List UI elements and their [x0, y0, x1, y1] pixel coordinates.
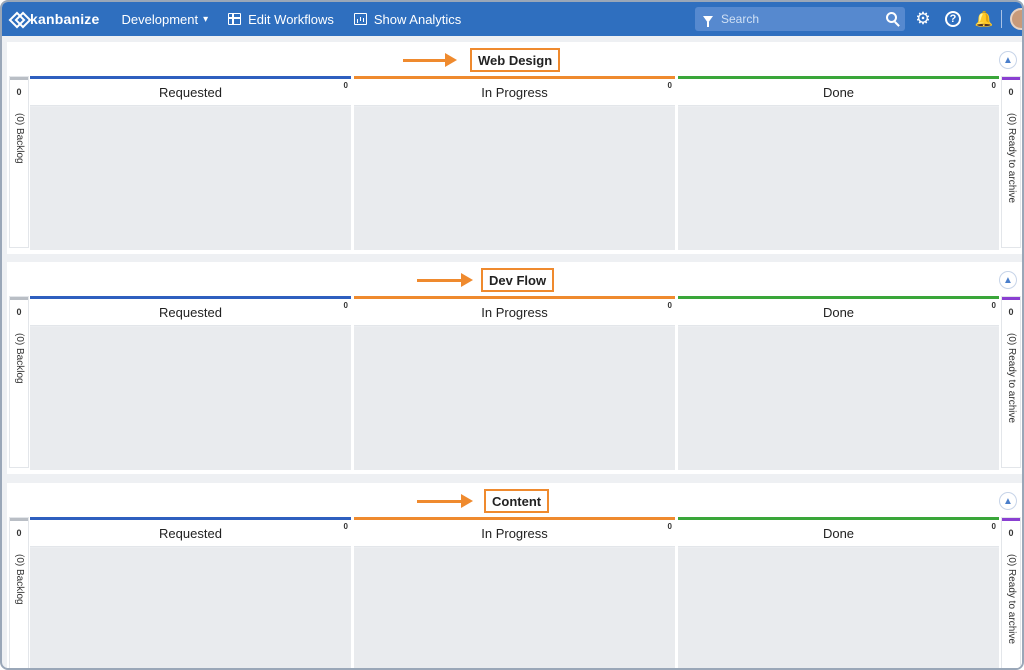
column-body[interactable]	[354, 107, 675, 250]
wip-count: 0	[343, 81, 348, 90]
backlog-count: 0	[16, 528, 22, 538]
column-body[interactable]	[30, 107, 351, 250]
column-header: Done	[678, 520, 999, 547]
workspace-dropdown[interactable]: Development ▾	[122, 12, 209, 27]
board-web-design: Web Design ▲ 0 (0) Backlog Requested 0 I…	[7, 42, 1022, 254]
backlog-color-bar	[10, 297, 28, 300]
search-box[interactable]	[695, 7, 905, 31]
archive-color-bar	[1002, 518, 1020, 521]
board-title[interactable]: Web Design	[470, 48, 561, 72]
backlog-column[interactable]: 0 (0) Backlog	[9, 517, 29, 668]
archive-color-bar	[1002, 297, 1020, 300]
board-header: Content ▲	[7, 483, 1022, 519]
column-header: In Progress	[354, 79, 675, 106]
backlog-label: (0) Backlog	[14, 113, 25, 164]
wip-count: 0	[667, 522, 672, 531]
column-requested[interactable]: Requested 0	[30, 76, 351, 250]
column-in-progress[interactable]: In Progress 0	[354, 517, 675, 668]
avatar[interactable]	[1010, 8, 1022, 30]
board-title[interactable]: Content	[484, 489, 550, 513]
backlog-column[interactable]: 0 (0) Backlog	[9, 76, 29, 248]
column-header: Requested	[30, 79, 351, 106]
wip-count: 0	[343, 522, 348, 531]
board-header: Web Design ▲	[7, 42, 1022, 78]
column-header: Done	[678, 79, 999, 106]
column-body[interactable]	[354, 548, 675, 668]
backlog-color-bar	[10, 77, 28, 80]
backlog-label: (0) Backlog	[14, 333, 25, 384]
kanbanize-logo[interactable]: kanbanize	[12, 11, 100, 27]
archive-column[interactable]: 0 (0) Ready to archive	[1001, 296, 1021, 468]
highlight-arrow	[417, 273, 473, 287]
column-body[interactable]	[678, 548, 999, 668]
archive-count: 0	[1008, 528, 1014, 538]
archive-color-bar	[1002, 77, 1020, 80]
column-body[interactable]	[30, 327, 351, 470]
wip-count: 0	[991, 81, 996, 90]
column-header: Requested	[30, 520, 351, 547]
board-dev-flow: Dev Flow ▲ 0 (0) Backlog Requested 0 In …	[7, 262, 1022, 474]
wip-count: 0	[667, 301, 672, 310]
column-header: Requested	[30, 299, 351, 326]
backlog-label: (0) Backlog	[14, 554, 25, 605]
column-header: Done	[678, 299, 999, 326]
column-done[interactable]: Done 0	[678, 296, 999, 470]
archive-column[interactable]: 0 (0) Ready to archive	[1001, 517, 1021, 668]
edit-workflows-label: Edit Workflows	[248, 11, 334, 27]
column-done[interactable]: Done 0	[678, 76, 999, 250]
show-analytics-label: Show Analytics	[373, 11, 462, 27]
column-header: In Progress	[354, 520, 675, 547]
analytics-icon	[353, 13, 367, 25]
highlight-arrow	[403, 53, 457, 67]
archive-count: 0	[1008, 87, 1014, 97]
pin-icon[interactable]: ▲	[999, 51, 1017, 69]
search-input[interactable]	[721, 12, 871, 26]
divider	[1001, 10, 1002, 28]
edit-workflows-button[interactable]: Edit Workflows	[228, 12, 334, 27]
wip-count: 0	[991, 301, 996, 310]
gear-icon[interactable]: ⚙	[914, 9, 932, 28]
column-body[interactable]	[678, 327, 999, 470]
app-window: kanbanize Development ▾ Edit Workflows S…	[0, 0, 1024, 670]
backlog-color-bar	[10, 518, 28, 521]
workspace-label: Development	[121, 11, 199, 27]
wip-count: 0	[343, 301, 348, 310]
board-content: Content ▲ 0 (0) Backlog Requested 0 In P…	[7, 483, 1022, 668]
archive-label: (0) Ready to archive	[1006, 113, 1017, 204]
archive-count: 0	[1008, 307, 1014, 317]
column-body[interactable]	[30, 548, 351, 668]
column-in-progress[interactable]: In Progress 0	[354, 76, 675, 250]
logo-icon	[12, 12, 26, 26]
backlog-count: 0	[16, 87, 22, 97]
archive-label: (0) Ready to archive	[1006, 554, 1017, 645]
column-in-progress[interactable]: In Progress 0	[354, 296, 675, 470]
top-bar: kanbanize Development ▾ Edit Workflows S…	[2, 2, 1022, 36]
help-icon[interactable]: ?	[945, 11, 961, 27]
column-requested[interactable]: Requested 0	[30, 517, 351, 668]
pin-icon[interactable]: ▲	[999, 492, 1017, 510]
logo-text: kanbanize	[30, 11, 100, 27]
highlight-arrow	[417, 494, 473, 508]
column-body[interactable]	[354, 327, 675, 470]
bell-icon[interactable]: 🔔	[975, 10, 994, 28]
board-header: Dev Flow ▲	[7, 262, 1022, 298]
backlog-column[interactable]: 0 (0) Backlog	[9, 296, 29, 468]
show-analytics-button[interactable]: Show Analytics	[353, 11, 462, 27]
wip-count: 0	[991, 522, 996, 531]
chevron-down-icon: ▾	[203, 13, 209, 25]
board-title[interactable]: Dev Flow	[481, 268, 555, 292]
column-requested[interactable]: Requested 0	[30, 296, 351, 470]
filter-icon[interactable]	[703, 15, 713, 27]
wip-count: 0	[667, 81, 672, 90]
archive-column[interactable]: 0 (0) Ready to archive	[1001, 76, 1021, 248]
column-done[interactable]: Done 0	[678, 517, 999, 668]
column-header: In Progress	[354, 299, 675, 326]
pin-icon[interactable]: ▲	[999, 271, 1017, 289]
backlog-count: 0	[16, 307, 22, 317]
workflow-icon	[228, 13, 242, 25]
archive-label: (0) Ready to archive	[1006, 333, 1017, 424]
search-icon[interactable]	[886, 12, 897, 23]
column-body[interactable]	[678, 107, 999, 250]
